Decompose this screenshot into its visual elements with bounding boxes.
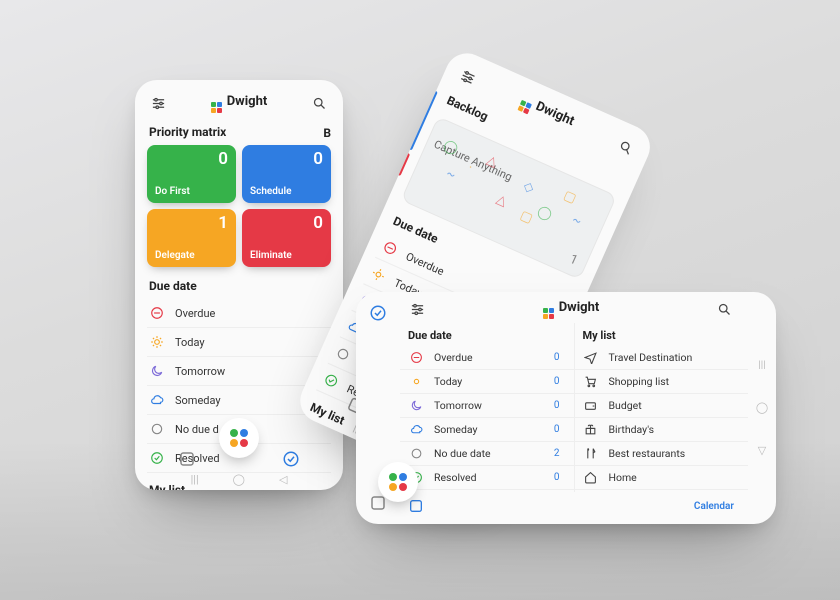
settings-sliders-icon[interactable] xyxy=(408,301,426,319)
android-nav: ||| ◯ ▽ xyxy=(748,292,776,524)
section-title-due: Due date xyxy=(147,275,331,299)
due-row-tomorrow[interactable]: Tomorrow0 xyxy=(400,394,574,418)
section-initial: B xyxy=(323,126,331,140)
mylist-row[interactable]: Birthday's xyxy=(575,418,749,442)
sun-icon xyxy=(408,375,424,388)
logo-icon xyxy=(543,308,555,319)
mylist-row[interactable]: Best restaurants xyxy=(575,442,749,466)
gift-icon xyxy=(583,423,599,436)
fab-add[interactable] xyxy=(219,418,259,458)
empty-circle-icon xyxy=(408,447,424,460)
nav-check-icon[interactable] xyxy=(369,304,387,322)
priority-matrix: 0 Do First 0 Schedule 1 Delegate 0 Elimi… xyxy=(147,145,331,267)
plane-icon xyxy=(583,351,599,364)
mylist-row[interactable]: Budget xyxy=(575,394,749,418)
due-row-today[interactable]: Today0 xyxy=(400,370,574,394)
wallet-icon xyxy=(583,399,599,412)
moon-icon xyxy=(149,364,165,378)
bottom-bar: Calendar xyxy=(400,492,748,524)
section-title-matrix: Priority matrix xyxy=(147,121,228,145)
calendar-link[interactable]: Calendar xyxy=(694,501,734,512)
tile-delegate[interactable]: 1 Delegate xyxy=(147,209,236,267)
search-icon[interactable] xyxy=(716,301,734,319)
due-row-resolved[interactable]: Resolved0 xyxy=(400,466,574,490)
section-title-due: Due date xyxy=(400,323,574,346)
cloud-icon xyxy=(149,393,165,407)
phone-landscape-lists: Dwight Due date Overdue0 Today0 Tomorrow… xyxy=(356,292,776,524)
empty-circle-icon xyxy=(149,422,165,436)
app-header: Dwight xyxy=(147,90,331,121)
due-row-tomorrow[interactable]: Tomorrow xyxy=(147,357,331,386)
android-back-icon[interactable]: ▽ xyxy=(758,444,766,457)
nav-backlog-icon[interactable] xyxy=(408,498,424,514)
search-icon[interactable] xyxy=(311,95,329,113)
logo-icon xyxy=(211,102,223,113)
due-row-overdue[interactable]: Overdue xyxy=(147,299,331,328)
backlog-card-count: 1 xyxy=(567,252,580,269)
moon-icon xyxy=(408,399,424,412)
due-row-nodue[interactable]: No due date2 xyxy=(400,442,574,466)
app-header: Dwight xyxy=(400,292,748,323)
tile-eliminate[interactable]: 0 Eliminate xyxy=(242,209,331,267)
nav-backlog-icon[interactable] xyxy=(178,450,196,468)
overdue-icon xyxy=(149,306,165,320)
android-nav: ||| ◯ ◁ xyxy=(135,473,343,486)
android-recents-icon[interactable]: ||| xyxy=(758,360,765,371)
android-recents-icon[interactable]: ||| xyxy=(191,473,199,486)
nav-check-icon[interactable] xyxy=(282,450,300,468)
app-brand: Dwight xyxy=(211,94,268,113)
overdue-icon xyxy=(408,351,424,364)
due-row-overdue[interactable]: Overdue0 xyxy=(400,346,574,370)
android-home-icon[interactable]: ◯ xyxy=(756,401,768,414)
phone-priority-matrix: Dwight Priority matrix B 0 Do First 0 Sc… xyxy=(135,80,343,490)
home-icon xyxy=(583,471,599,484)
logo-icon xyxy=(517,100,532,115)
empty-circle-icon xyxy=(333,344,353,363)
tile-do-first[interactable]: 0 Do First xyxy=(147,145,236,203)
fork-knife-icon xyxy=(583,447,599,460)
android-back-icon[interactable]: ◁ xyxy=(279,473,287,486)
settings-sliders-icon[interactable] xyxy=(456,65,480,89)
mylist-row[interactable]: Home xyxy=(575,466,749,490)
fab-add[interactable] xyxy=(378,462,418,502)
cart-icon xyxy=(583,375,599,388)
mylist-row[interactable]: Shopping list xyxy=(575,370,749,394)
settings-sliders-icon[interactable] xyxy=(149,95,167,113)
android-home-icon[interactable]: ◯ xyxy=(233,473,245,486)
mylist-row[interactable]: Travel Destination xyxy=(575,346,749,370)
sun-icon xyxy=(149,335,165,349)
accent-bar-red xyxy=(397,152,410,176)
section-title-mylist: My list xyxy=(575,323,749,346)
cloud-icon xyxy=(408,423,424,436)
tile-schedule[interactable]: 0 Schedule xyxy=(242,145,331,203)
overdue-icon xyxy=(380,238,400,257)
due-row-someday[interactable]: Someday0 xyxy=(400,418,574,442)
app-brand: Dwight xyxy=(543,300,600,319)
due-row-today[interactable]: Today xyxy=(147,328,331,357)
search-icon[interactable] xyxy=(614,136,638,160)
sun-icon xyxy=(368,265,388,284)
